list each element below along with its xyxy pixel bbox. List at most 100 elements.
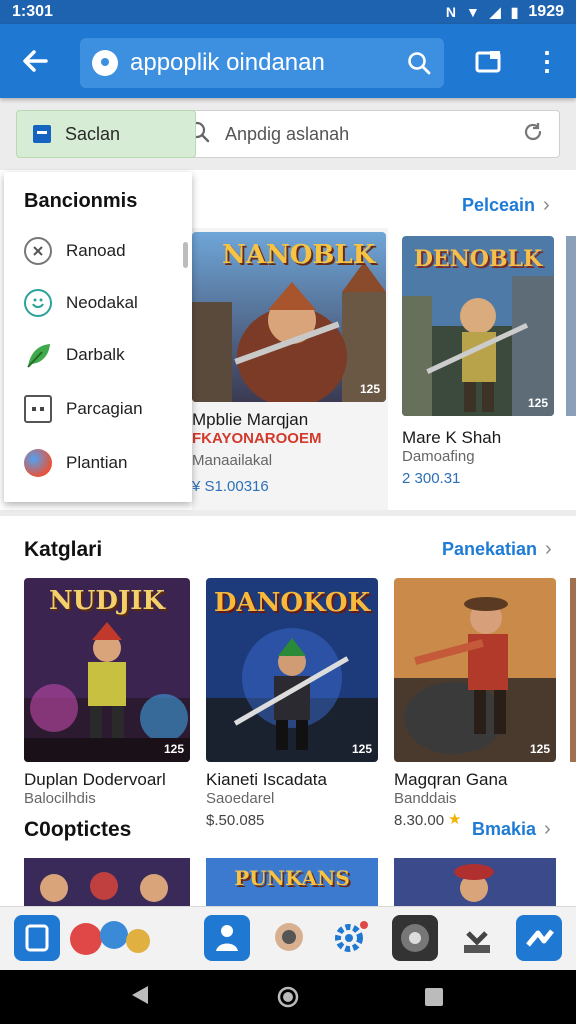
filter-row: Anpdig aslanah Saclan xyxy=(16,110,560,158)
game-developer: Saoedarel xyxy=(206,790,275,807)
categories-see-all-link[interactable]: Panekatian › xyxy=(442,538,552,561)
game-name: Kianeti Iscadata xyxy=(206,770,327,789)
chat-bubble-icon xyxy=(92,50,118,76)
game-subtitle: FKAYONAROOEM xyxy=(192,430,322,447)
flag-icon xyxy=(33,125,51,143)
smile-icon xyxy=(24,289,52,317)
featured-game-2[interactable]: DENOBLK 125 Mare K Shah Damoafing 2 300.… xyxy=(402,236,554,496)
categories-see-all-label: Panekatian xyxy=(442,539,538,559)
recents-nav-icon[interactable] xyxy=(424,987,444,1012)
back-arrow-icon[interactable] xyxy=(18,44,52,78)
chevron-right-icon: › xyxy=(543,194,550,216)
section-title: C0optictes xyxy=(24,818,132,841)
back-nav-icon[interactable] xyxy=(130,984,150,1011)
age-rating-badge: 125 xyxy=(351,742,372,756)
game-thumbnail[interactable]: NUDJIK 125 xyxy=(24,578,190,762)
game-price: ¥ S1.00316 xyxy=(192,478,269,495)
status-time: 1:301 xyxy=(12,3,53,20)
game-thumbnail[interactable]: 125 xyxy=(394,578,556,762)
dropdown-title: Bancionmis xyxy=(24,190,138,212)
globe-icon xyxy=(24,449,52,477)
chat-icon xyxy=(24,395,52,423)
wifi-icon: ▼ xyxy=(466,4,480,20)
download-app-icon[interactable] xyxy=(454,915,500,961)
category-game-1[interactable]: NUDJIK 125 Duplan Dodervoarl Balocilhdis xyxy=(24,578,190,814)
bottom-dock xyxy=(0,906,576,970)
category-game-2[interactable]: DANOKOK 125 Kianeti Iscadata Saoedarel $… xyxy=(206,578,378,829)
game-title-art: DANOKOK xyxy=(213,588,371,618)
age-rating-badge: 125 xyxy=(527,396,548,410)
age-rating-badge: 125 xyxy=(529,742,550,756)
cast-icon[interactable] xyxy=(474,48,504,76)
categories-title: Katglari xyxy=(24,538,103,561)
star-icon: ★ xyxy=(448,811,462,828)
game-name: Magqran Gana xyxy=(394,770,508,789)
game-thumbnail[interactable]: NANOBLK 125 xyxy=(192,232,386,402)
game-title-art: NUDJIK xyxy=(48,586,166,616)
chevron-right-icon: › xyxy=(544,818,551,840)
filter-search-input[interactable]: Anpdig aslanah xyxy=(136,110,560,158)
share-app-icon[interactable] xyxy=(516,915,562,961)
status-bar: 1:301 N ▼ ◢ ▮ 1929 xyxy=(0,0,576,24)
section-see-all-label: Bmakia xyxy=(472,819,537,839)
dropdown-item[interactable]: Ranoad xyxy=(24,234,126,268)
game-price: 8.30.00 xyxy=(394,812,445,829)
refresh-icon[interactable] xyxy=(521,120,545,149)
leaf-icon xyxy=(24,341,52,369)
home-nav-icon[interactable] xyxy=(277,986,299,1013)
battery-icon: ▮ xyxy=(510,3,519,20)
system-nav-bar xyxy=(0,970,576,1024)
search-icon[interactable] xyxy=(406,50,432,76)
featured-game-1[interactable]: NANOBLK 125 Mpblie Marqjan FKAYONAROOEM … xyxy=(192,232,386,502)
settings-gear-icon[interactable] xyxy=(326,915,372,961)
game-app-icon[interactable] xyxy=(392,915,438,961)
section-game-thumbnail[interactable] xyxy=(394,858,556,906)
filter-chip[interactable]: Saclan xyxy=(16,110,196,158)
dropdown-item-label: Plantian xyxy=(66,453,128,472)
featured-see-all-label: Pelceain xyxy=(462,195,536,215)
chevron-right-icon: › xyxy=(545,538,552,560)
game-thumbnail[interactable]: DENOBLK 125 xyxy=(402,236,554,416)
dropdown-scrollbar[interactable] xyxy=(183,242,188,268)
featured-see-all-link[interactable]: Pelceain › xyxy=(462,194,550,217)
dropdown-item[interactable]: Parcagian xyxy=(24,392,143,426)
game-name: Mpblie Marqjan xyxy=(192,410,309,429)
category-game-3[interactable]: 125 Magqran Gana Banddais 8.30.00 ★ xyxy=(394,578,556,829)
games-app-icon[interactable] xyxy=(70,915,150,961)
game-title-art: DENOBLK xyxy=(413,246,543,272)
home-app-icon[interactable] xyxy=(14,915,60,961)
nfc-icon: N xyxy=(445,4,457,20)
game-developer: Manaailakal xyxy=(192,452,273,469)
section-game-thumbnail[interactable] xyxy=(24,858,190,906)
age-rating-badge: 125 xyxy=(163,742,184,756)
game-developer: Banddais xyxy=(394,790,457,807)
user-app-icon[interactable] xyxy=(204,915,250,961)
signal-icon: ◢ xyxy=(489,3,501,20)
section-see-all-link[interactable]: Bmakia › xyxy=(472,818,551,841)
search-query[interactable]: appoplik oindanan xyxy=(130,49,406,77)
filter-chip-label: Saclan xyxy=(65,123,121,144)
profile-app-icon[interactable] xyxy=(266,915,312,961)
category-dropdown-menu: Bancionmis Ranoad Neodakal Darbalk Parca… xyxy=(4,172,192,502)
game-price: $.50.085 xyxy=(206,812,265,829)
dropdown-item-label: Ranoad xyxy=(66,241,126,260)
clock-icon xyxy=(24,237,52,265)
dropdown-item-label: Darbalk xyxy=(66,345,125,364)
search-bar[interactable]: appoplik oindanan xyxy=(80,38,444,88)
game-name: Mare K Shah xyxy=(402,428,502,447)
filter-placeholder: Anpdig aslanah xyxy=(225,123,350,144)
dropdown-item[interactable]: Neodakal xyxy=(24,286,138,320)
dropdown-item-label: Neodakal xyxy=(66,293,138,312)
dropdown-item[interactable]: Plantian xyxy=(24,446,127,480)
game-price: 2 300.31 xyxy=(402,470,461,487)
status-clock: 1929 xyxy=(528,3,564,20)
dropdown-item[interactable]: Darbalk xyxy=(24,338,125,372)
game-thumbnail[interactable]: DANOKOK 125 xyxy=(206,578,378,762)
dropdown-item-label: Parcagian xyxy=(66,399,143,418)
game-name: Duplan Dodervoarl xyxy=(24,770,166,789)
section-game-thumbnail[interactable]: PUNKANS xyxy=(206,858,378,906)
category-game-peek xyxy=(570,578,576,762)
more-options-icon[interactable]: ⋮ xyxy=(534,46,560,78)
game-developer: Balocilhdis xyxy=(24,790,96,807)
app-bar: appoplik oindanan ⋮ xyxy=(0,24,576,98)
